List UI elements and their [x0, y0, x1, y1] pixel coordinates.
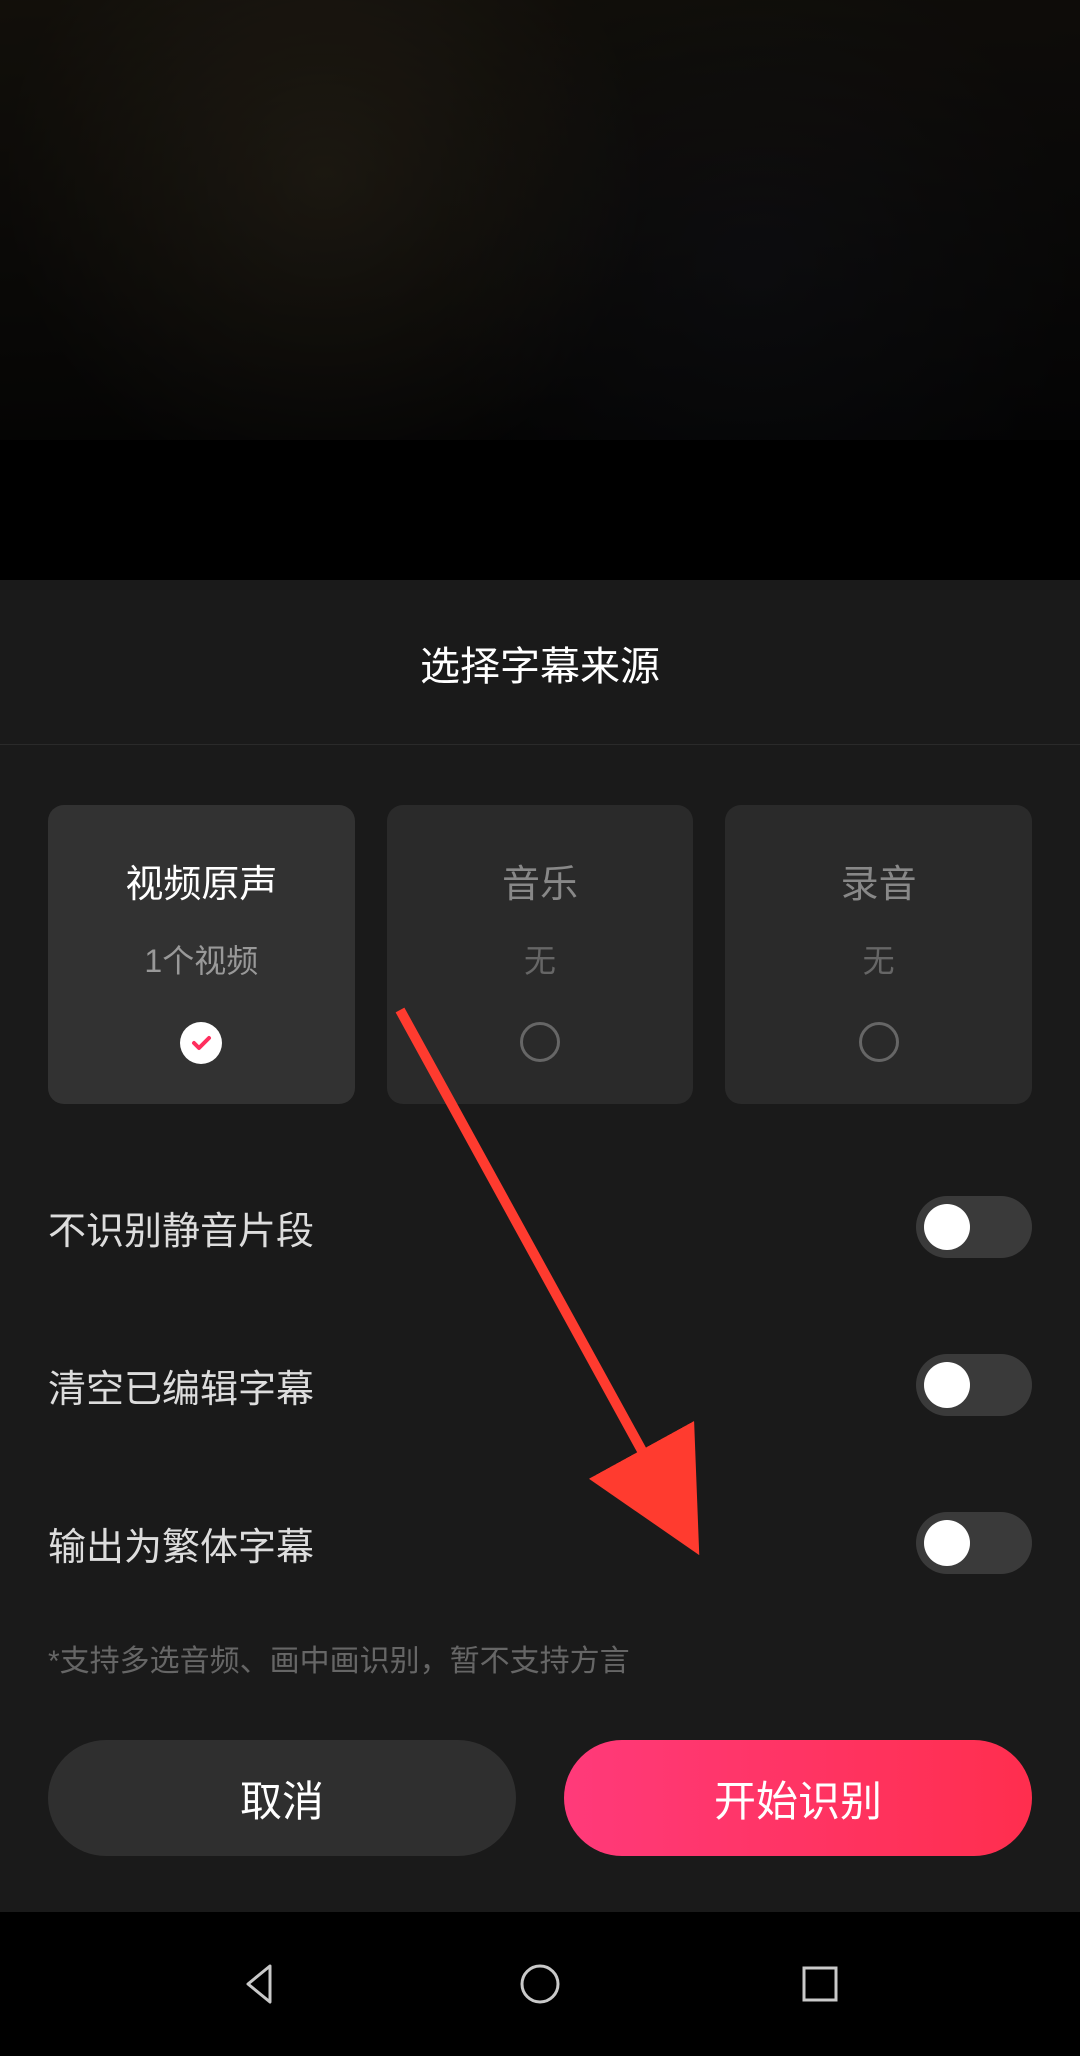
- source-card-recording[interactable]: 录音 无: [725, 805, 1032, 1104]
- cancel-button[interactable]: 取消: [48, 1740, 516, 1856]
- source-subtitle: 1个视频: [144, 936, 258, 982]
- toggle-traditional[interactable]: [916, 1512, 1032, 1574]
- option-list: 不识别静音片段 清空已编辑字幕 输出为繁体字幕: [0, 1148, 1080, 1622]
- toggle-skip-silent[interactable]: [916, 1196, 1032, 1258]
- android-navbar: [0, 1912, 1080, 2056]
- toggle-clear-edited[interactable]: [916, 1354, 1032, 1416]
- toggle-knob: [924, 1362, 970, 1408]
- checkmark-icon: [180, 1022, 222, 1064]
- recents-icon[interactable]: [792, 1956, 848, 2012]
- source-subtitle: 无: [524, 936, 556, 982]
- background-gap: [0, 440, 1080, 580]
- radio-empty-icon: [859, 1022, 899, 1062]
- option-row-traditional: 输出为繁体字幕: [48, 1464, 1032, 1622]
- source-title: 音乐: [502, 853, 578, 908]
- button-row: 取消 开始识别: [0, 1680, 1080, 1912]
- source-card-music[interactable]: 音乐 无: [387, 805, 694, 1104]
- option-label: 清空已编辑字幕: [48, 1358, 314, 1413]
- back-icon[interactable]: [232, 1956, 288, 2012]
- toggle-knob: [924, 1520, 970, 1566]
- option-label: 不识别静音片段: [48, 1200, 314, 1255]
- subtitle-source-sheet: 选择字幕来源 视频原声 1个视频 音乐 无 录音 无 不识别静音片段 清空已编辑…: [0, 580, 1080, 1912]
- hint-text: *支持多选音频、画中画识别，暂不支持方言: [0, 1622, 1080, 1680]
- radio-empty-icon: [520, 1022, 560, 1062]
- option-label: 输出为繁体字幕: [48, 1516, 314, 1571]
- option-row-clear-edited: 清空已编辑字幕: [48, 1306, 1032, 1464]
- source-subtitle: 无: [863, 936, 895, 982]
- toggle-knob: [924, 1204, 970, 1250]
- source-title: 录音: [841, 853, 917, 908]
- video-preview[interactable]: [0, 0, 1080, 440]
- source-title: 视频原声: [125, 853, 277, 908]
- sheet-title: 选择字幕来源: [0, 580, 1080, 745]
- source-card-video-original[interactable]: 视频原声 1个视频: [48, 805, 355, 1104]
- source-options-row: 视频原声 1个视频 音乐 无 录音 无: [0, 745, 1080, 1148]
- option-row-skip-silent: 不识别静音片段: [48, 1148, 1032, 1306]
- start-recognition-button[interactable]: 开始识别: [564, 1740, 1032, 1856]
- home-icon[interactable]: [512, 1956, 568, 2012]
